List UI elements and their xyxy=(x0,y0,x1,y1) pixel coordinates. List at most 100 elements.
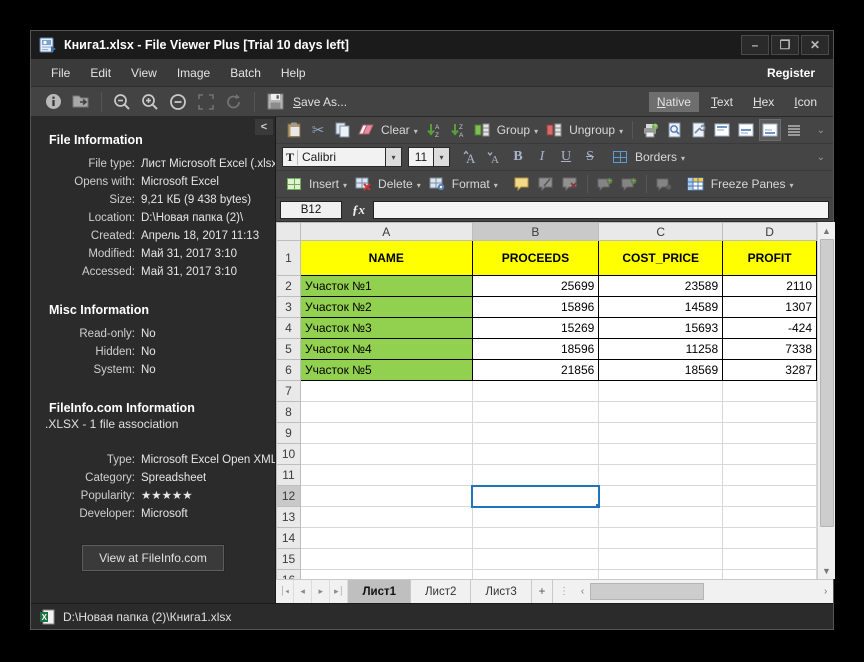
cell-D5[interactable]: 7338 xyxy=(723,339,817,360)
row-header-11[interactable]: 11 xyxy=(277,465,301,486)
cell-C1[interactable]: COST_PRICE xyxy=(599,241,723,276)
cell-C13[interactable] xyxy=(599,507,723,528)
sheet-tab-лист2[interactable]: Лист2 xyxy=(411,580,471,603)
minimize-button[interactable]: – xyxy=(741,35,769,55)
format-dropdown-icon[interactable]: ▾ xyxy=(494,181,498,190)
cell-C4[interactable]: 15693 xyxy=(599,318,723,339)
cell-A12[interactable] xyxy=(300,486,472,507)
mode-button-hex[interactable]: Hex xyxy=(745,92,782,112)
underline-icon[interactable]: U xyxy=(555,146,577,168)
align-middle-icon[interactable] xyxy=(735,119,757,141)
cell-D9[interactable] xyxy=(723,423,817,444)
info-icon[interactable] xyxy=(40,90,66,114)
vertical-scrollbar[interactable]: ▲ ▼ xyxy=(817,222,835,579)
mode-button-icon[interactable]: Icon xyxy=(786,92,825,112)
delete-label[interactable]: Delete xyxy=(378,177,413,191)
cell-C10[interactable] xyxy=(599,444,723,465)
cell-D8[interactable] xyxy=(723,402,817,423)
scroll-up-icon[interactable]: ▲ xyxy=(818,222,835,239)
view-at-fileinfo-button[interactable]: View at FileInfo.com xyxy=(82,545,224,571)
cell-C3[interactable]: 14589 xyxy=(599,297,723,318)
row-header-12[interactable]: 12 xyxy=(277,486,301,507)
last-sheet-icon[interactable]: ▸⏐ xyxy=(330,580,348,603)
italic-icon[interactable]: I xyxy=(531,146,553,168)
register-menu-item[interactable]: Register xyxy=(759,62,823,84)
cut-icon[interactable]: ✂ xyxy=(307,119,329,141)
cell-B5[interactable]: 18596 xyxy=(472,339,599,360)
cell-A8[interactable] xyxy=(300,402,472,423)
font-name-combo[interactable]: T Calibri xyxy=(282,147,386,167)
cell-A10[interactable] xyxy=(300,444,472,465)
cell-C7[interactable] xyxy=(599,381,723,402)
actual-size-icon[interactable] xyxy=(165,90,191,114)
copy-icon[interactable] xyxy=(331,119,353,141)
cell-C8[interactable] xyxy=(599,402,723,423)
horizontal-scroll-thumb[interactable] xyxy=(590,583,704,600)
delete-dropdown-icon[interactable]: ▾ xyxy=(417,181,421,190)
select-all-corner[interactable] xyxy=(277,223,301,241)
toolbar-overflow-icon[interactable]: ⌄ xyxy=(817,125,827,136)
cell-C6[interactable]: 18569 xyxy=(599,360,723,381)
fit-to-window-icon[interactable] xyxy=(193,90,219,114)
column-header-D[interactable]: D xyxy=(723,223,817,241)
font-size-combo[interactable]: 11 xyxy=(408,147,434,167)
cell-C11[interactable] xyxy=(599,465,723,486)
page-preview-icon[interactable] xyxy=(663,119,685,141)
row-header-10[interactable]: 10 xyxy=(277,444,301,465)
cell-A11[interactable] xyxy=(300,465,472,486)
group-label[interactable]: Group xyxy=(497,123,530,137)
freeze-panes-dropdown-icon[interactable]: ▾ xyxy=(789,181,793,190)
cell-B6[interactable]: 21856 xyxy=(472,360,599,381)
column-header-C[interactable]: C xyxy=(599,223,723,241)
cell-A16[interactable] xyxy=(300,570,472,580)
cell-D16[interactable] xyxy=(723,570,817,580)
align-bottom-icon[interactable] xyxy=(759,119,781,141)
cell-B15[interactable] xyxy=(472,549,599,570)
add-sheet-button[interactable]: + xyxy=(532,580,553,603)
menu-item-help[interactable]: Help xyxy=(271,62,316,84)
row-header-15[interactable]: 15 xyxy=(277,549,301,570)
row-header-9[interactable]: 9 xyxy=(277,423,301,444)
cell-D6[interactable]: 3287 xyxy=(723,360,817,381)
selected-cell-B12[interactable] xyxy=(472,486,599,507)
cell-D14[interactable] xyxy=(723,528,817,549)
cell-A15[interactable] xyxy=(300,549,472,570)
fx-icon[interactable]: ƒx xyxy=(352,202,365,218)
format-cells-icon[interactable] xyxy=(426,173,448,195)
sort-descending-icon[interactable]: ZA xyxy=(447,119,469,141)
row-header-3[interactable]: 3 xyxy=(277,297,301,318)
row-header-7[interactable]: 7 xyxy=(277,381,301,402)
row-header-1[interactable]: 1 xyxy=(277,241,301,276)
open-file-icon[interactable] xyxy=(68,90,94,114)
row-header-2[interactable]: 2 xyxy=(277,276,301,297)
insert-dropdown-icon[interactable]: ▾ xyxy=(343,181,347,190)
justify-icon[interactable] xyxy=(783,119,805,141)
bold-icon[interactable]: B xyxy=(507,146,529,168)
cell-A4[interactable]: Участок №3 xyxy=(300,318,472,339)
prev-sheet-icon[interactable]: ◂ xyxy=(294,580,312,603)
cell-D15[interactable] xyxy=(723,549,817,570)
zoom-out-icon[interactable] xyxy=(109,90,135,114)
menu-item-image[interactable]: Image xyxy=(167,62,220,84)
font-size-dropdown-icon[interactable]: ▾ xyxy=(434,147,450,167)
close-button[interactable]: ✕ xyxy=(801,35,829,55)
cell-A5[interactable]: Участок №4 xyxy=(300,339,472,360)
cell-A9[interactable] xyxy=(300,423,472,444)
scroll-down-icon[interactable]: ▼ xyxy=(818,562,835,579)
cell-A14[interactable] xyxy=(300,528,472,549)
mode-button-text[interactable]: Text xyxy=(703,92,741,112)
cell-B3[interactable]: 15896 xyxy=(472,297,599,318)
cell-D12[interactable] xyxy=(723,486,817,507)
column-header-A[interactable]: A xyxy=(300,223,472,241)
mode-button-native[interactable]: Native xyxy=(649,92,699,112)
cell-C2[interactable]: 23589 xyxy=(599,276,723,297)
cell-B2[interactable]: 25699 xyxy=(472,276,599,297)
next-sheet-icon[interactable]: ▸ xyxy=(312,580,330,603)
cell-B4[interactable]: 15269 xyxy=(472,318,599,339)
clear-eraser-icon[interactable] xyxy=(355,119,377,141)
row-header-16[interactable]: 16 xyxy=(277,570,301,580)
cell-A1[interactable]: NAME xyxy=(300,241,472,276)
cell-C14[interactable] xyxy=(599,528,723,549)
decrease-font-icon[interactable]: A xyxy=(483,146,505,168)
save-as-icon[interactable] xyxy=(262,90,288,114)
